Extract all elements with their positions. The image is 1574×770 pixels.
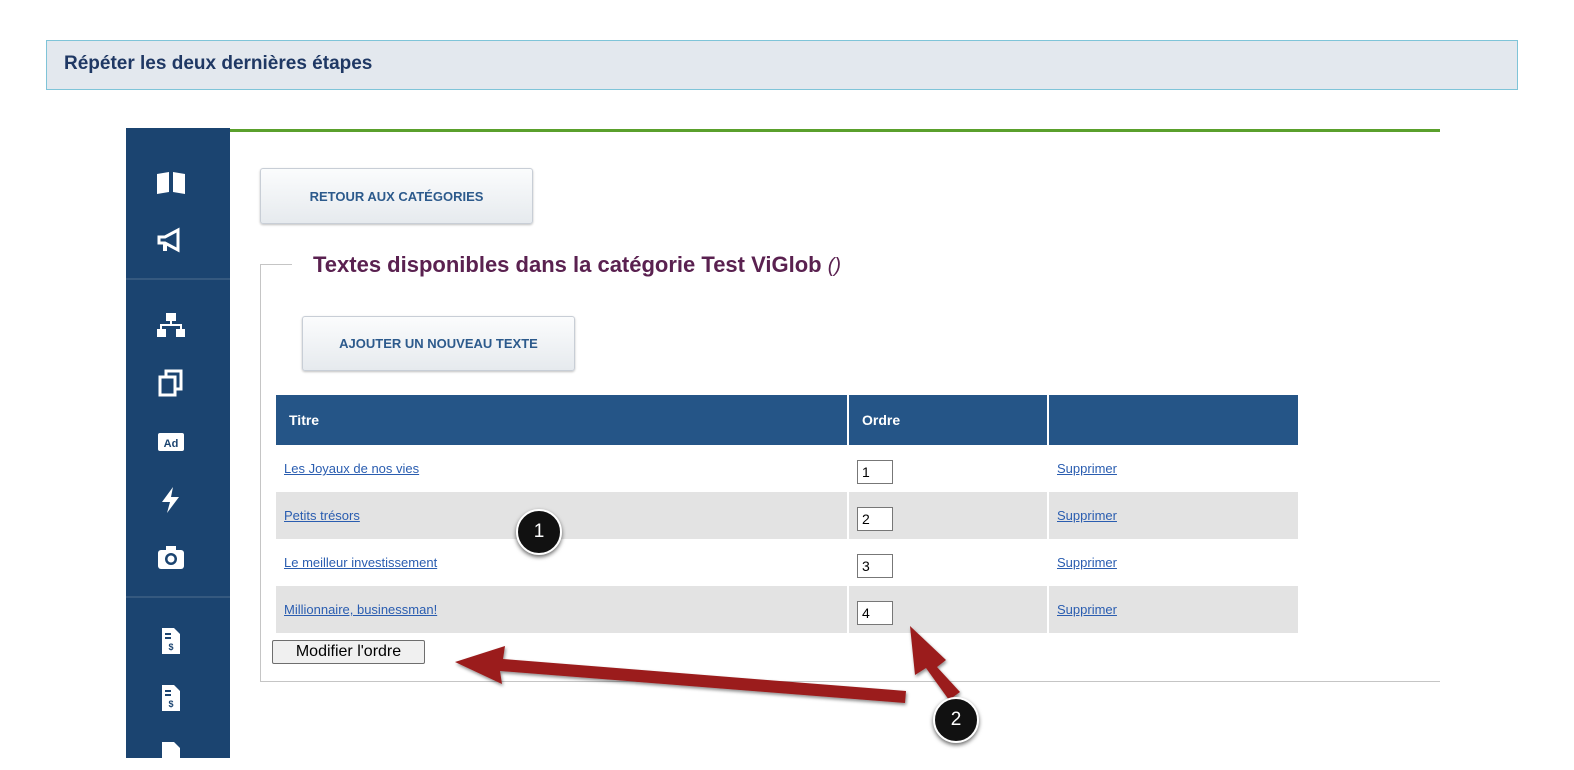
arrow-to-order-input bbox=[910, 626, 960, 700]
callout-2: 2 bbox=[933, 697, 979, 743]
callout-1: 1 bbox=[516, 509, 562, 555]
annotation-arrows bbox=[455, 626, 960, 703]
arrow-to-modify-button bbox=[455, 646, 906, 703]
